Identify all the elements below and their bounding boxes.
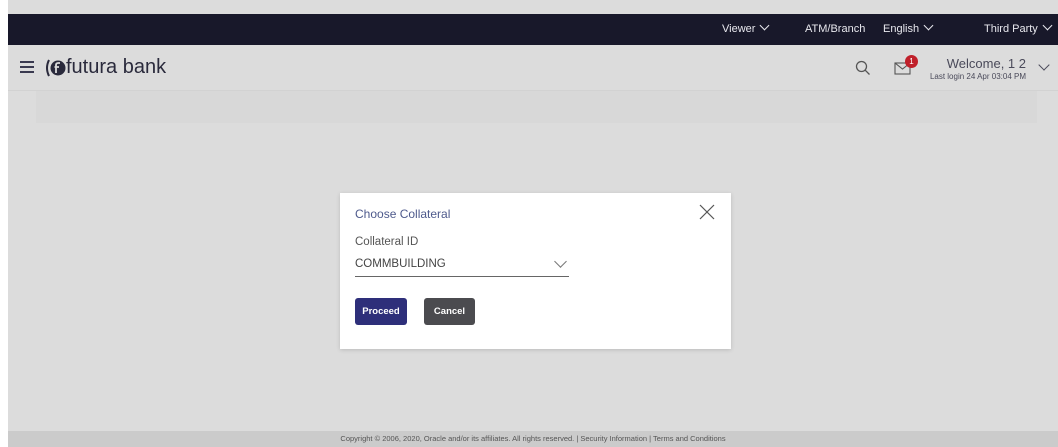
footer: Copyright © 2006, 2020, Oracle and/or it…	[8, 431, 1058, 447]
chevron-down-icon	[1042, 20, 1053, 31]
language-menu[interactable]: English	[883, 14, 934, 45]
brand-name: futura bank	[66, 56, 167, 78]
app-header: futura bank 1 Welcome, 1 2 Last login 24…	[8, 45, 1058, 91]
close-icon[interactable]	[699, 204, 715, 220]
top-bar: Viewer ATM/Branch English Third Party	[8, 14, 1058, 45]
language-label: English	[883, 23, 920, 35]
proceed-button[interactable]: Proceed	[355, 298, 407, 325]
third-party-menu[interactable]: Third Party	[984, 14, 1053, 45]
atm-branch-label: ATM/Branch	[805, 23, 866, 35]
chevron-down-icon[interactable]	[1038, 59, 1050, 71]
notification-badge: 1	[905, 55, 918, 68]
third-party-label: Third Party	[984, 23, 1038, 35]
chevron-down-icon	[923, 20, 934, 31]
welcome-text: Welcome, 1 2	[946, 56, 1026, 71]
atm-branch-link[interactable]: ATM/Branch	[805, 14, 865, 45]
content-strip	[36, 91, 1037, 123]
search-icon[interactable]	[854, 59, 872, 77]
chevron-down-icon	[554, 255, 567, 268]
viewer-menu[interactable]: Viewer	[722, 14, 770, 45]
dialog-title: Choose Collateral	[355, 207, 451, 221]
cancel-button[interactable]: Cancel	[424, 298, 475, 325]
user-welcome[interactable]: Welcome, 1 2 Last login 24 Apr 03:04 PM	[930, 56, 1026, 81]
choose-collateral-dialog: Choose Collateral Collateral ID COMMBUIL…	[340, 193, 731, 349]
collateral-id-label: Collateral ID	[355, 236, 419, 248]
collateral-id-select[interactable]: COMMBUILDING	[355, 255, 569, 277]
bank-logo-icon	[46, 59, 66, 77]
hamburger-menu-icon[interactable]	[20, 61, 34, 73]
viewer-label: Viewer	[722, 23, 756, 35]
chevron-down-icon	[759, 20, 770, 31]
collateral-id-value: COMMBUILDING	[355, 258, 446, 270]
last-login-text: Last login 24 Apr 03:04 PM	[929, 72, 1026, 81]
